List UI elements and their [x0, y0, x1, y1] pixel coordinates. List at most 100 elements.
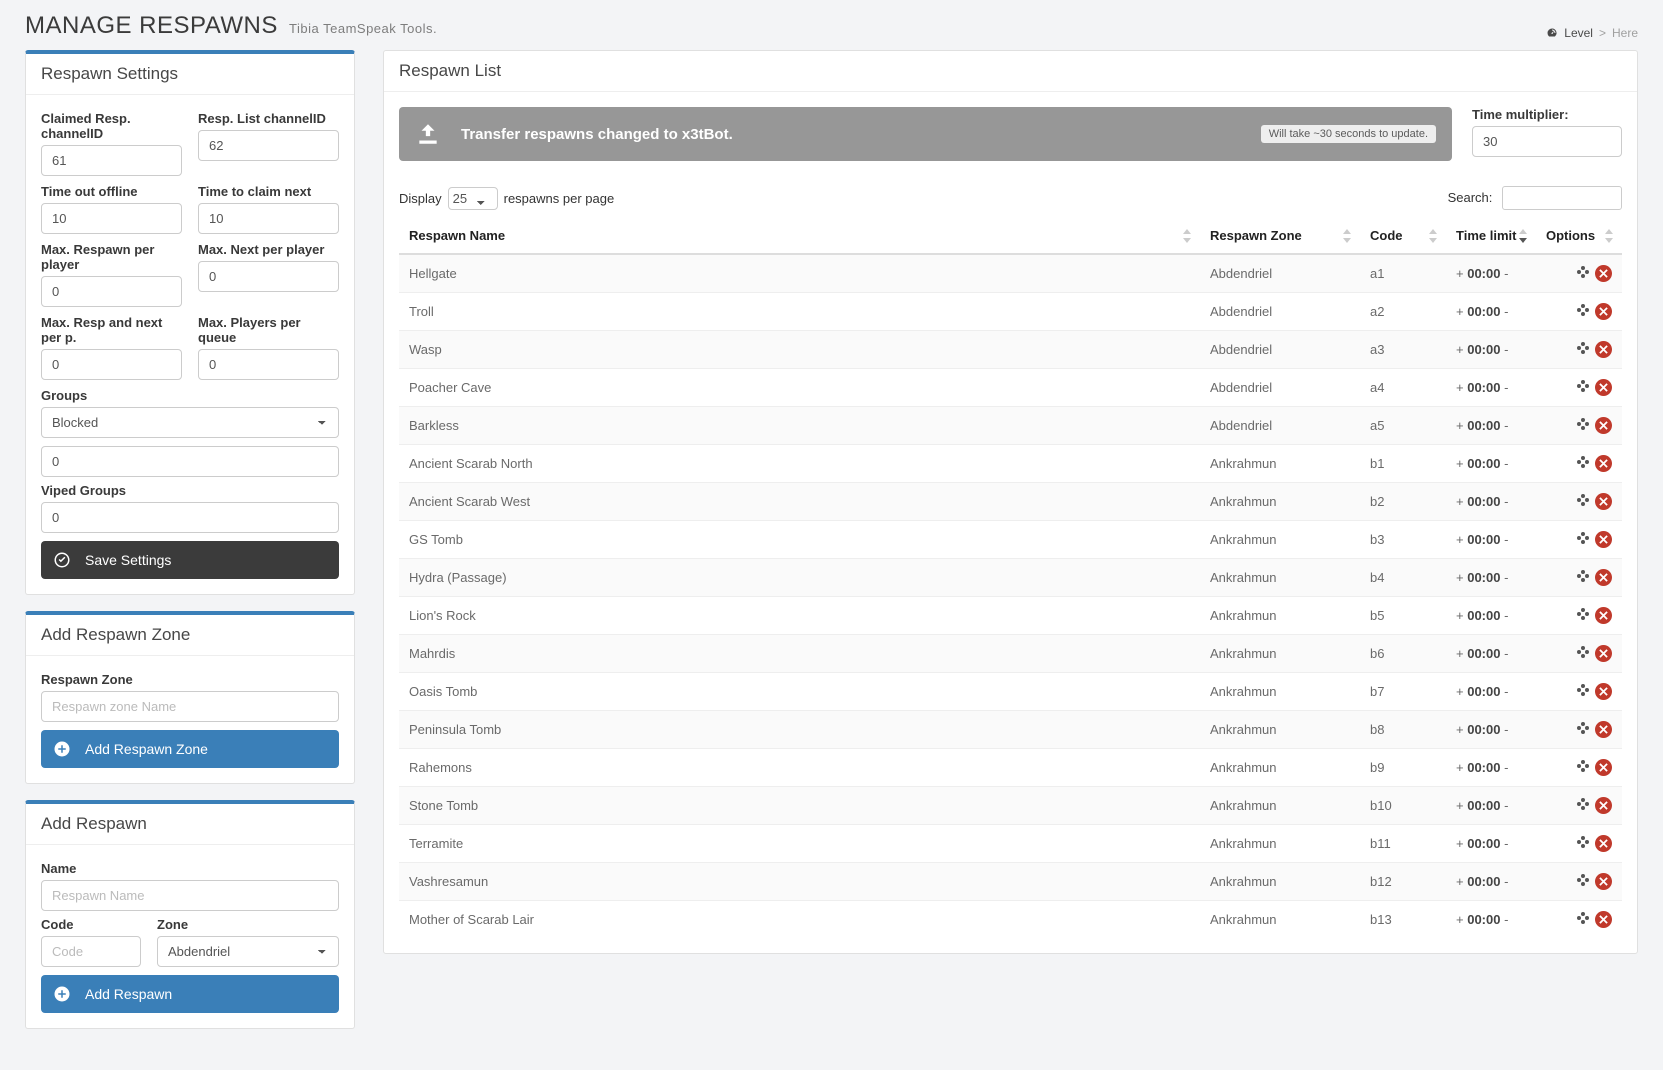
time-plus[interactable]: +	[1456, 304, 1464, 319]
delete-button[interactable]	[1595, 683, 1612, 700]
page-size-select[interactable]: 25	[448, 187, 498, 210]
delete-button[interactable]	[1595, 873, 1612, 890]
time-plus[interactable]: +	[1456, 608, 1464, 623]
delete-button[interactable]	[1595, 455, 1612, 472]
respawn-name-input[interactable]	[41, 880, 339, 911]
time-minus[interactable]: -	[1504, 304, 1508, 319]
time-minus[interactable]: -	[1504, 532, 1508, 547]
delete-button[interactable]	[1595, 759, 1612, 776]
view-icon[interactable]	[1575, 302, 1591, 321]
delete-button[interactable]	[1595, 645, 1612, 662]
maxq-input[interactable]	[198, 349, 339, 380]
search-input[interactable]	[1502, 186, 1622, 210]
delete-button[interactable]	[1595, 721, 1612, 738]
time-plus[interactable]: +	[1456, 684, 1464, 699]
delete-button[interactable]	[1595, 607, 1612, 624]
delete-button[interactable]	[1595, 265, 1612, 282]
time-plus[interactable]: +	[1456, 570, 1464, 585]
add-respawn-button[interactable]: Add Respawn	[41, 975, 339, 1013]
delete-button[interactable]	[1595, 493, 1612, 510]
zone-name-input[interactable]	[41, 691, 339, 722]
respawn-zone-label: Zone	[157, 917, 339, 932]
save-settings-button[interactable]: Save Settings	[41, 541, 339, 579]
vip-input[interactable]	[41, 502, 339, 533]
time-minus[interactable]: -	[1504, 418, 1508, 433]
time-plus[interactable]: +	[1456, 266, 1464, 281]
time-plus[interactable]: +	[1456, 380, 1464, 395]
view-icon[interactable]	[1575, 910, 1591, 929]
view-icon[interactable]	[1575, 682, 1591, 701]
delete-button[interactable]	[1595, 911, 1612, 928]
view-icon[interactable]	[1575, 568, 1591, 587]
claimnext-input[interactable]	[198, 203, 339, 234]
time-plus[interactable]: +	[1456, 532, 1464, 547]
time-minus[interactable]: -	[1504, 722, 1508, 737]
view-icon[interactable]	[1575, 796, 1591, 815]
view-icon[interactable]	[1575, 758, 1591, 777]
delete-button[interactable]	[1595, 303, 1612, 320]
time-multiplier-input[interactable]	[1472, 126, 1622, 157]
time-plus[interactable]: +	[1456, 836, 1464, 851]
view-icon[interactable]	[1575, 606, 1591, 625]
add-zone-button[interactable]: Add Respawn Zone	[41, 730, 339, 768]
time-minus[interactable]: -	[1504, 266, 1508, 281]
time-plus[interactable]: +	[1456, 798, 1464, 813]
time-plus[interactable]: +	[1456, 646, 1464, 661]
time-plus[interactable]: +	[1456, 722, 1464, 737]
time-minus[interactable]: -	[1504, 646, 1508, 661]
time-minus[interactable]: -	[1504, 380, 1508, 395]
delete-button[interactable]	[1595, 569, 1612, 586]
time-minus[interactable]: -	[1504, 684, 1508, 699]
time-minus[interactable]: -	[1504, 456, 1508, 471]
time-minus[interactable]: -	[1504, 836, 1508, 851]
th-name[interactable]: Respawn Name	[399, 218, 1200, 254]
time-plus[interactable]: +	[1456, 912, 1464, 927]
delete-button[interactable]	[1595, 379, 1612, 396]
view-icon[interactable]	[1575, 264, 1591, 283]
view-icon[interactable]	[1575, 644, 1591, 663]
view-icon[interactable]	[1575, 340, 1591, 359]
time-minus[interactable]: -	[1504, 494, 1508, 509]
view-icon[interactable]	[1575, 872, 1591, 891]
time-minus[interactable]: -	[1504, 570, 1508, 585]
maxrn-input[interactable]	[41, 349, 182, 380]
view-icon[interactable]	[1575, 720, 1591, 739]
time-plus[interactable]: +	[1456, 456, 1464, 471]
th-code[interactable]: Code	[1360, 218, 1446, 254]
view-icon[interactable]	[1575, 530, 1591, 549]
cell-time-limit: + 00:00 -	[1446, 749, 1536, 787]
timeout-input[interactable]	[41, 203, 182, 234]
time-minus[interactable]: -	[1504, 760, 1508, 775]
list-channel-input[interactable]	[198, 130, 339, 161]
delete-button[interactable]	[1595, 835, 1612, 852]
breadcrumb-level[interactable]: Level	[1564, 26, 1593, 40]
time-plus[interactable]: +	[1456, 418, 1464, 433]
groups-value-input[interactable]	[41, 446, 339, 477]
view-icon[interactable]	[1575, 834, 1591, 853]
claimed-channel-input[interactable]	[41, 145, 182, 176]
delete-button[interactable]	[1595, 797, 1612, 814]
view-icon[interactable]	[1575, 416, 1591, 435]
delete-button[interactable]	[1595, 531, 1612, 548]
view-icon[interactable]	[1575, 454, 1591, 473]
time-minus[interactable]: -	[1504, 912, 1508, 927]
th-time-limit[interactable]: Time limit	[1446, 218, 1536, 254]
delete-button[interactable]	[1595, 417, 1612, 434]
maxresp-input[interactable]	[41, 276, 182, 307]
time-minus[interactable]: -	[1504, 874, 1508, 889]
time-minus[interactable]: -	[1504, 608, 1508, 623]
time-minus[interactable]: -	[1504, 342, 1508, 357]
time-plus[interactable]: +	[1456, 494, 1464, 509]
delete-button[interactable]	[1595, 341, 1612, 358]
time-plus[interactable]: +	[1456, 342, 1464, 357]
time-minus[interactable]: -	[1504, 798, 1508, 813]
time-plus[interactable]: +	[1456, 760, 1464, 775]
respawn-code-input[interactable]	[41, 936, 141, 967]
view-icon[interactable]	[1575, 492, 1591, 511]
time-plus[interactable]: +	[1456, 874, 1464, 889]
view-icon[interactable]	[1575, 378, 1591, 397]
respawn-zone-select[interactable]: Abdendriel	[157, 936, 339, 967]
maxnext-input[interactable]	[198, 261, 339, 292]
th-zone[interactable]: Respawn Zone	[1200, 218, 1360, 254]
groups-select[interactable]: Blocked	[41, 407, 339, 438]
